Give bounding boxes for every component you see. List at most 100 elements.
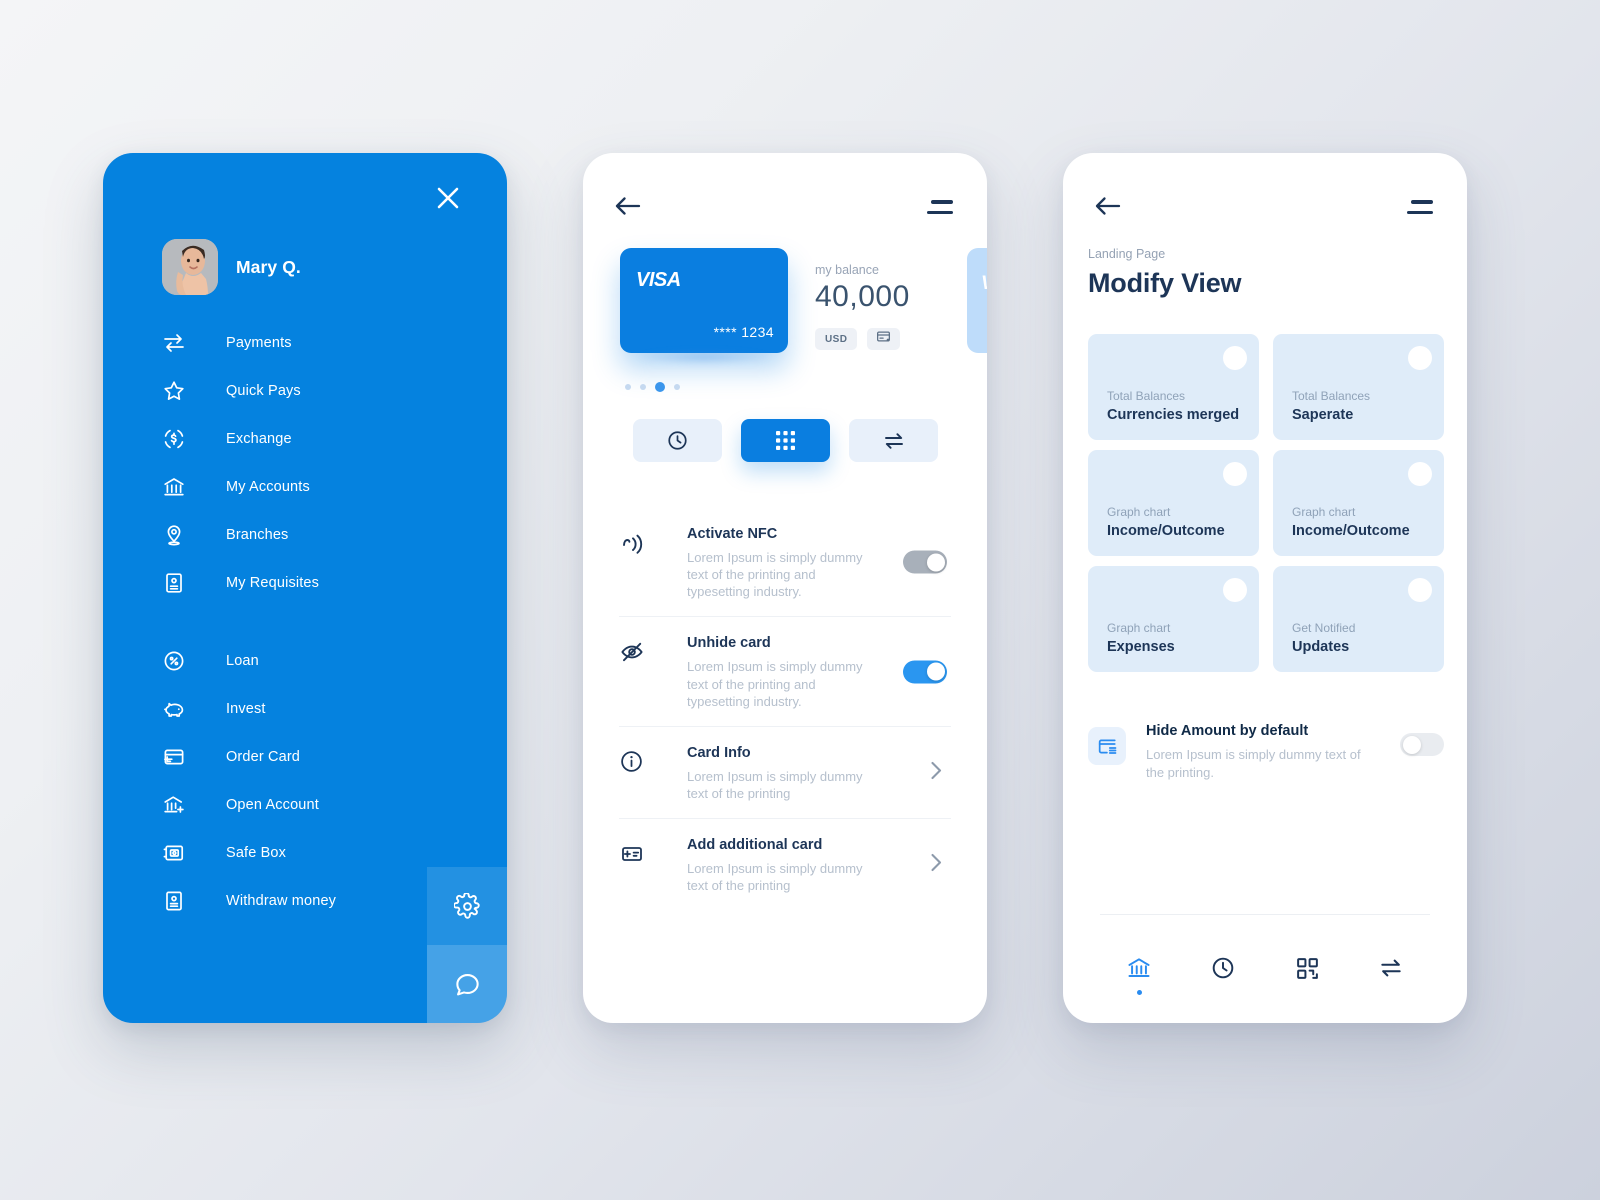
- option-card-saperate[interactable]: Total Balances Saperate: [1273, 334, 1444, 440]
- hamburger-menu-icon[interactable]: [927, 200, 953, 214]
- profile-name: Mary Q.: [236, 256, 301, 277]
- bank-icon: [162, 475, 196, 499]
- sidebar-item-open-account[interactable]: Open Account: [162, 791, 462, 819]
- tab-transfers[interactable]: [849, 419, 938, 462]
- clock-icon: [1210, 955, 1236, 981]
- option-checkbox[interactable]: [1223, 462, 1247, 486]
- option-checkbox[interactable]: [1223, 578, 1247, 602]
- page-title: Modify View: [1088, 268, 1242, 298]
- option-title: Saperate: [1292, 407, 1354, 423]
- hide-amount-toggle[interactable]: [1400, 733, 1444, 756]
- breadcrumb: Landing Page: [1088, 247, 1166, 261]
- eye-off-icon: [619, 639, 653, 665]
- tab-indicator-placeholder: [1305, 990, 1310, 995]
- tab-qr-scan[interactable]: [1295, 956, 1320, 995]
- close-icon[interactable]: [433, 183, 463, 213]
- add-card-pill[interactable]: [867, 328, 901, 350]
- hide-amount-row[interactable]: Hide Amount by default Lorem Ipsum is si…: [1088, 723, 1444, 781]
- carousel-dot[interactable]: [640, 384, 646, 390]
- sidebar-item-label: Payments: [226, 335, 292, 351]
- option-card-updates[interactable]: Get Notified Updates: [1273, 566, 1444, 672]
- sidebar-item-label: Withdraw money: [226, 893, 337, 909]
- back-arrow-icon[interactable]: [615, 195, 641, 222]
- setting-row-unhide-card[interactable]: Unhide card Lorem Ipsum is simply dummy …: [619, 616, 951, 725]
- carousel-dot-active[interactable]: [655, 382, 665, 392]
- hide-amount-body: Hide Amount by default Lorem Ipsum is si…: [1146, 723, 1444, 781]
- option-subtitle: Graph chart: [1107, 621, 1171, 635]
- card-screen: V VISA **** 1234 my balance 40,000 USD: [583, 153, 987, 1023]
- screens-stage: Mary Q. Payments Quick Pays Exchange My …: [0, 0, 1600, 1200]
- option-subtitle: Graph chart: [1107, 505, 1171, 519]
- tab-accounts[interactable]: [1126, 955, 1152, 995]
- sidebar-item-order-card[interactable]: Order Card: [162, 743, 462, 771]
- option-card-currencies-merged[interactable]: Total Balances Currencies merged: [1088, 334, 1259, 440]
- hamburger-menu-icon[interactable]: [1407, 200, 1433, 214]
- visa-card[interactable]: VISA **** 1234: [620, 248, 788, 353]
- sidebar-item-my-accounts[interactable]: My Accounts: [162, 473, 462, 501]
- withdraw-document-icon: [162, 889, 196, 913]
- tab-transfers[interactable]: [1378, 955, 1404, 995]
- profile-block[interactable]: Mary Q.: [162, 239, 301, 295]
- setting-body: Card Info Lorem Ipsum is simply dummy te…: [687, 745, 951, 802]
- option-checkbox[interactable]: [1223, 346, 1247, 370]
- chat-bubble-icon: [453, 970, 482, 999]
- avatar: [162, 239, 218, 295]
- sidebar-item-exchange[interactable]: Exchange: [162, 425, 462, 453]
- setting-title: Add additional card: [687, 837, 823, 854]
- option-card-expenses[interactable]: Graph chart Expenses: [1088, 566, 1259, 672]
- safe-box-icon: [162, 841, 196, 865]
- settings-button[interactable]: [427, 867, 507, 945]
- sidebar-item-payments[interactable]: Payments: [162, 329, 462, 357]
- sidebar-item-safe-box[interactable]: Safe Box: [162, 839, 462, 867]
- sidebar-menu: Payments Quick Pays Exchange My Accounts…: [162, 329, 462, 935]
- qr-code-icon: [1295, 956, 1320, 981]
- sidebar-item-my-requisites[interactable]: My Requisites: [162, 569, 462, 597]
- sidebar-item-label: Quick Pays: [226, 383, 301, 399]
- option-checkbox[interactable]: [1408, 346, 1432, 370]
- sidebar-item-branches[interactable]: Branches: [162, 521, 462, 549]
- currency-label: USD: [825, 333, 848, 345]
- sidebar-item-invest[interactable]: Invest: [162, 695, 462, 723]
- option-title: Updates: [1292, 639, 1350, 655]
- setting-row-card-info[interactable]: Card Info Lorem Ipsum is simply dummy te…: [619, 725, 951, 818]
- card-glow: [635, 349, 773, 365]
- options-grid: Total Balances Currencies merged Total B…: [1088, 334, 1444, 672]
- tab-history[interactable]: [1210, 955, 1236, 995]
- option-subtitle: Total Balances: [1107, 389, 1186, 403]
- carousel-dot[interactable]: [674, 384, 680, 390]
- next-card-preview[interactable]: V: [967, 248, 987, 353]
- setting-row-add-additional-card[interactable]: Add additional card Lorem Ipsum is simpl…: [619, 818, 951, 910]
- card-carousel-dots[interactable]: [625, 382, 680, 392]
- setting-title: Card Info: [687, 744, 751, 761]
- option-subtitle: Get Notified: [1292, 621, 1356, 635]
- setting-row-activate-nfc[interactable]: Activate NFC Lorem Ipsum is simply dummy…: [619, 508, 951, 616]
- back-arrow-icon[interactable]: [1095, 195, 1121, 222]
- sidebar-item-loan[interactable]: Loan: [162, 647, 462, 675]
- option-card-income-outcome-2[interactable]: Graph chart Income/Outcome: [1273, 450, 1444, 556]
- active-tab-indicator: [1136, 990, 1142, 995]
- card-settings-list: Activate NFC Lorem Ipsum is simply dummy…: [619, 508, 951, 911]
- sidebar-item-label: Open Account: [226, 797, 319, 813]
- tab-history[interactable]: [633, 419, 722, 462]
- sidebar-item-label: My Requisites: [226, 575, 320, 591]
- sidebar-item-quick-pays[interactable]: Quick Pays: [162, 377, 462, 405]
- option-card-income-outcome-1[interactable]: Graph chart Income/Outcome: [1088, 450, 1259, 556]
- sidebar-item-label: Loan: [226, 653, 259, 669]
- setting-body: Add additional card Lorem Ipsum is simpl…: [687, 837, 951, 894]
- tab-cards[interactable]: [741, 419, 830, 462]
- bank-add-icon: [162, 793, 196, 817]
- sidebar-item-label: Invest: [226, 701, 266, 717]
- currency-pill[interactable]: USD: [815, 328, 858, 350]
- sidebar-item-withdraw-money[interactable]: Withdraw money: [162, 887, 462, 915]
- option-checkbox[interactable]: [1408, 462, 1432, 486]
- chevron-right-icon[interactable]: [930, 760, 943, 785]
- option-text: Graph chart Expenses: [1107, 619, 1175, 655]
- card-masked-number: **** 1234: [713, 324, 774, 340]
- chevron-right-icon[interactable]: [930, 852, 943, 877]
- option-checkbox[interactable]: [1408, 578, 1432, 602]
- chat-button[interactable]: [427, 945, 507, 1023]
- segment-control: [633, 419, 938, 462]
- carousel-dot[interactable]: [625, 384, 631, 390]
- nfc-toggle[interactable]: [903, 550, 947, 574]
- unhide-card-toggle[interactable]: [903, 660, 947, 684]
